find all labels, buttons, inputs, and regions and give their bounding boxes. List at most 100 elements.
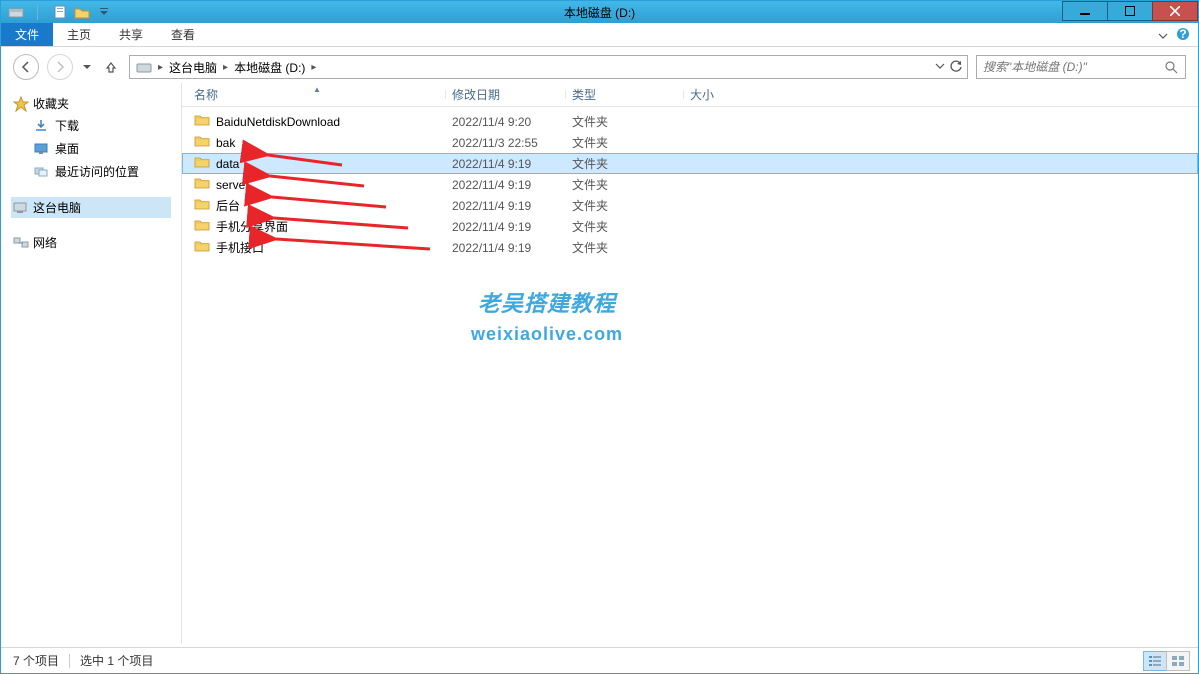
recent-icon: [33, 164, 49, 180]
search-input[interactable]: [983, 60, 1163, 74]
cell-type: 文件夹: [566, 197, 684, 214]
details-view-button[interactable]: [1143, 651, 1167, 671]
address-bar-right: [935, 59, 965, 76]
status-separator: [69, 654, 70, 668]
cell-date: 2022/11/4 9:19: [446, 241, 566, 255]
table-row[interactable]: bak 2022/11/3 22:55文件夹: [182, 132, 1198, 153]
window-title: 本地磁盘 (D:): [564, 4, 635, 21]
maximize-button[interactable]: [1107, 1, 1153, 21]
cell-date: 2022/11/4 9:19: [446, 199, 566, 213]
icons-view-button[interactable]: [1166, 651, 1190, 671]
ribbon-expand-icon[interactable]: [1156, 29, 1170, 43]
qat-separator: [27, 2, 49, 22]
tab-share[interactable]: 共享: [105, 23, 157, 46]
cell-name: BaiduNetdiskDownload: [188, 113, 446, 130]
folder-icon: [194, 155, 210, 172]
svg-text:?: ?: [1179, 27, 1186, 41]
table-row[interactable]: 手机分享界面2022/11/4 9:19文件夹: [182, 216, 1198, 237]
qat-dropdown-icon[interactable]: [93, 2, 115, 22]
tab-home[interactable]: 主页: [53, 23, 105, 46]
column-size[interactable]: 大小: [684, 86, 774, 103]
address-dropdown-icon[interactable]: [935, 60, 945, 74]
sidebar-computer[interactable]: 这台电脑: [11, 197, 171, 218]
cell-date: 2022/11/3 22:55: [446, 136, 566, 150]
help-icon[interactable]: ?: [1176, 27, 1190, 44]
cell-type: 文件夹: [566, 239, 684, 256]
folder-icon[interactable]: [71, 2, 93, 22]
watermark: 老吴搭建教程 weixiaolive.com: [471, 286, 623, 345]
refresh-icon[interactable]: [949, 59, 963, 76]
cell-date: 2022/11/4 9:19: [446, 220, 566, 234]
sidebar-item-label: 桌面: [55, 140, 79, 157]
file-name: bak: [216, 136, 235, 150]
tab-view[interactable]: 查看: [157, 23, 209, 46]
cell-type: 文件夹: [566, 155, 684, 172]
navigation-bar: ▸ 这台电脑 ▸ 本地磁盘 (D:) ▸: [1, 51, 1198, 83]
folder-icon: [194, 134, 210, 151]
star-icon: [13, 96, 29, 112]
folder-icon: [194, 197, 210, 214]
address-bar[interactable]: ▸ 这台电脑 ▸ 本地磁盘 (D:) ▸: [129, 55, 968, 79]
desktop-icon: [33, 141, 49, 157]
sidebar-favorites-label: 收藏夹: [33, 95, 69, 112]
table-row[interactable]: 手机接口 2022/11/4 9:19文件夹: [182, 237, 1198, 258]
table-row[interactable]: 后台2022/11/4 9:19文件夹: [182, 195, 1198, 216]
column-type[interactable]: 类型: [566, 86, 684, 103]
sidebar-item-recent[interactable]: 最近访问的位置: [11, 160, 171, 183]
table-row[interactable]: BaiduNetdiskDownload 2022/11/4 9:20文件夹: [182, 111, 1198, 132]
sidebar-item-desktop[interactable]: 桌面: [11, 137, 171, 160]
download-icon: [33, 118, 49, 134]
file-name: BaiduNetdiskDownload: [216, 115, 340, 129]
drive-icon: [132, 60, 156, 74]
column-name[interactable]: 名称▲: [188, 86, 446, 103]
cell-type: 文件夹: [566, 218, 684, 235]
table-row[interactable]: server2022/11/4 9:19文件夹: [182, 174, 1198, 195]
cell-name: 后台: [188, 197, 446, 214]
forward-button[interactable]: [47, 54, 73, 80]
back-button[interactable]: [13, 54, 39, 80]
cell-type: 文件夹: [566, 113, 684, 130]
cell-date: 2022/11/4 9:20: [446, 115, 566, 129]
search-icon[interactable]: [1163, 61, 1179, 74]
file-list-pane: 名称▲ 修改日期 类型 大小 BaiduNetdiskDownload 2022/…: [182, 83, 1198, 644]
view-buttons: [1144, 651, 1190, 671]
network-icon: [13, 235, 29, 251]
sidebar-item-label: 最近访问的位置: [55, 163, 139, 180]
cell-date: 2022/11/4 9:19: [446, 157, 566, 171]
cell-name: 手机分享界面: [188, 218, 446, 235]
file-name: data: [216, 157, 239, 171]
sidebar-favorites[interactable]: 收藏夹: [11, 93, 171, 114]
up-button[interactable]: [101, 57, 121, 77]
chevron-right-icon[interactable]: ▸: [221, 62, 230, 73]
cell-name: bak: [188, 134, 446, 151]
sidebar-network[interactable]: 网络: [11, 232, 171, 253]
folder-icon: [194, 113, 210, 130]
cell-name: 手机接口: [188, 239, 446, 256]
quick-access-toolbar: [1, 2, 115, 22]
cell-name: server: [188, 176, 446, 193]
breadcrumb-computer[interactable]: 这台电脑: [165, 59, 221, 76]
watermark-line2: weixiaolive.com: [471, 324, 623, 345]
sidebar-item-label: 下载: [55, 117, 79, 134]
sidebar-item-downloads[interactable]: 下载: [11, 114, 171, 137]
computer-icon: [13, 200, 29, 216]
column-date[interactable]: 修改日期: [446, 86, 566, 103]
content-area: 收藏夹 下载 桌面 最近访问的位置 这台电脑 网络: [1, 83, 1198, 644]
properties-icon[interactable]: [49, 2, 71, 22]
file-name: 手机接口: [216, 239, 264, 256]
cell-type: 文件夹: [566, 134, 684, 151]
window-controls: [1063, 1, 1198, 21]
cell-type: 文件夹: [566, 176, 684, 193]
minimize-button[interactable]: [1062, 1, 1108, 21]
sidebar-computer-label: 这台电脑: [33, 199, 81, 216]
chevron-right-icon[interactable]: ▸: [156, 62, 165, 73]
search-box[interactable]: [976, 55, 1186, 79]
file-tab[interactable]: 文件: [1, 23, 53, 46]
history-dropdown-icon[interactable]: [81, 63, 93, 71]
chevron-right-icon[interactable]: ▸: [309, 62, 318, 73]
table-row[interactable]: data 2022/11/4 9:19文件夹: [182, 153, 1198, 174]
window-titlebar: 本地磁盘 (D:): [1, 1, 1198, 23]
column-headers: 名称▲ 修改日期 类型 大小: [182, 83, 1198, 107]
close-button[interactable]: [1152, 1, 1198, 21]
breadcrumb-drive[interactable]: 本地磁盘 (D:): [230, 59, 309, 76]
